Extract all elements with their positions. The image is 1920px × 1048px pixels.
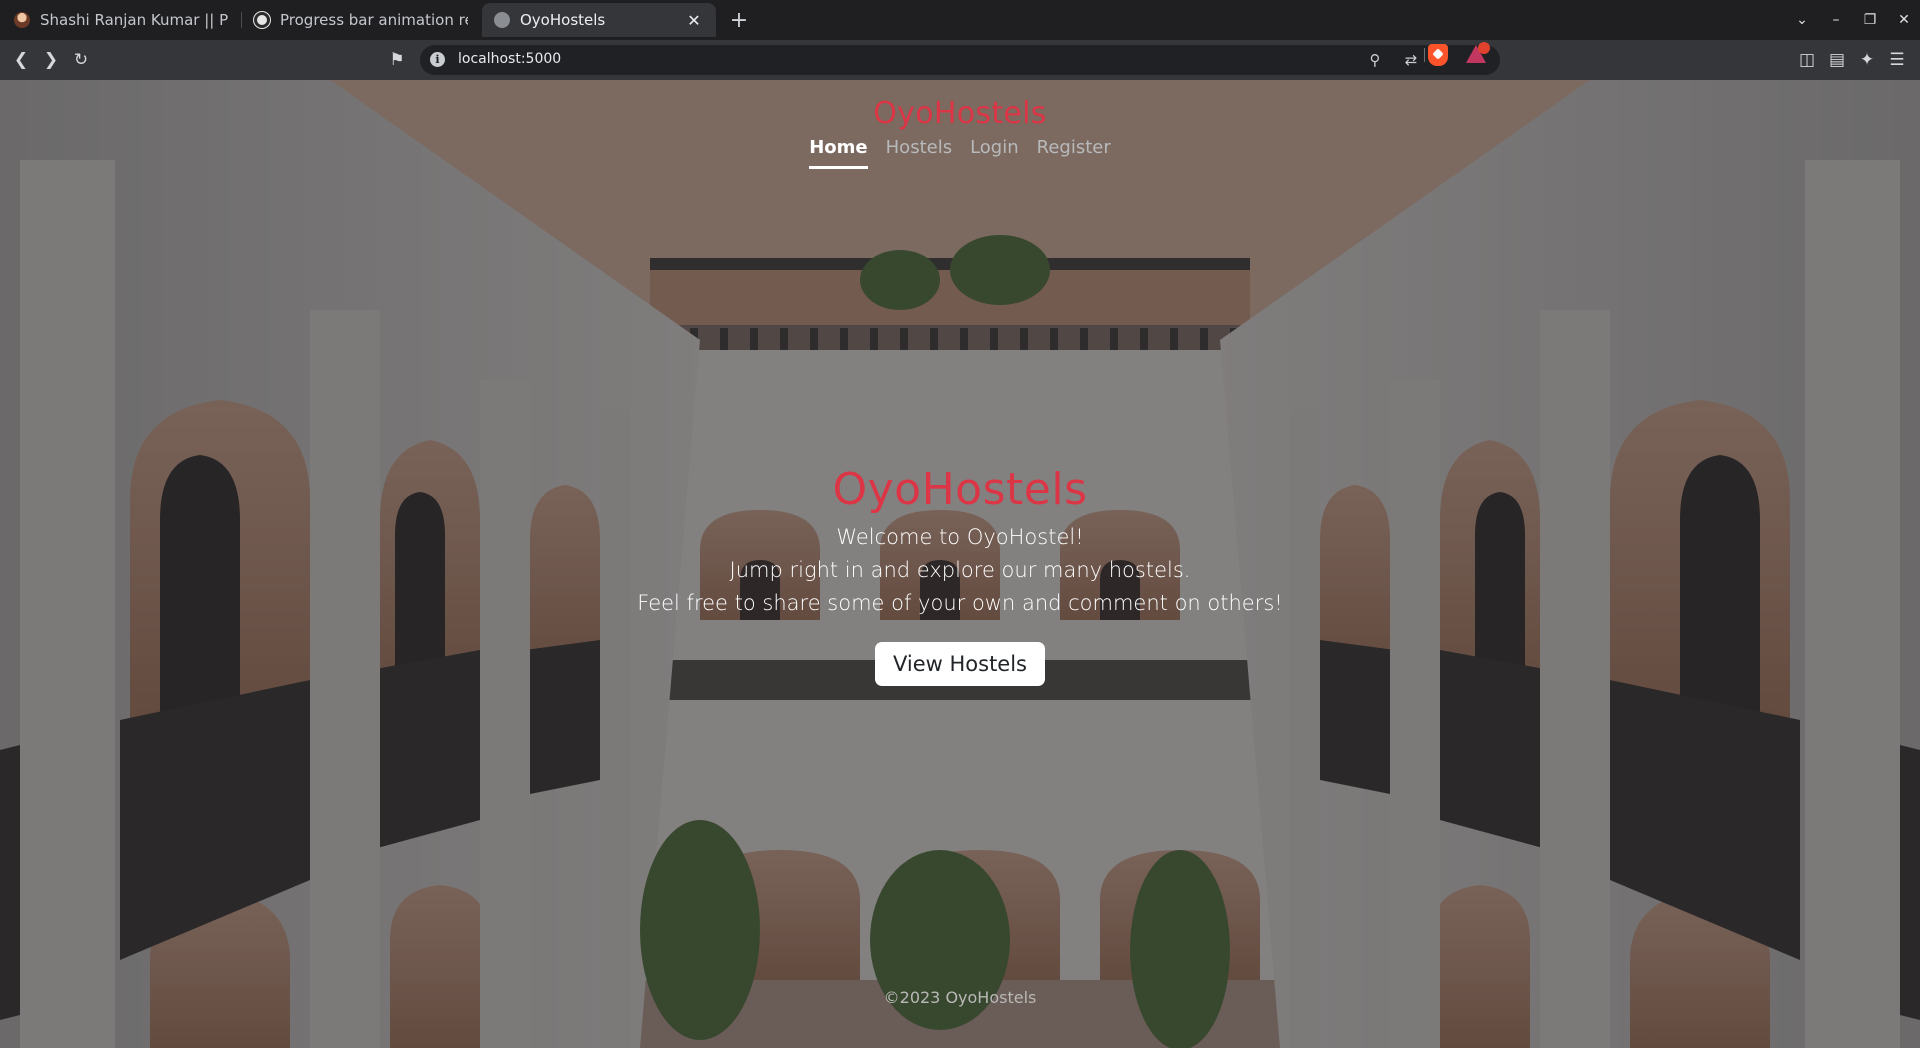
tab-search-chevron-icon[interactable]: ⌄ — [1790, 8, 1814, 32]
site-nav: Home Hostels Login Register — [0, 137, 1920, 169]
brave-shields-icon[interactable] — [1428, 44, 1448, 66]
close-window-icon[interactable]: ✕ — [1892, 8, 1916, 32]
forward-arrow-icon[interactable]: ❯ — [38, 47, 64, 73]
avatar-favicon-icon — [14, 12, 30, 28]
site-footer: ©2023 OyoHostels — [883, 988, 1037, 1007]
restore-icon[interactable]: ❐ — [1858, 8, 1882, 32]
site-header: OyoHostels Home Hostels Login Register — [0, 96, 1920, 169]
hero-text: Welcome to OyoHostel! Jump right in and … — [0, 521, 1920, 620]
leo-ai-icon[interactable]: ✦ — [1854, 47, 1880, 73]
hero-line-welcome: Welcome to OyoHostel! — [836, 525, 1084, 549]
zoom-icon[interactable]: ⚲ — [1364, 49, 1386, 71]
ring-favicon-icon — [254, 12, 270, 28]
bookmark-icon[interactable]: ⚑ — [384, 47, 410, 73]
hero-line-explore: Jump right in and explore our many hoste… — [729, 558, 1191, 582]
new-tab-plus-icon[interactable]: + — [726, 7, 752, 33]
hero-title: OyoHostels — [832, 464, 1088, 515]
address-bar[interactable]: i localhost:5000 ⚲ ⇄ — [420, 45, 1500, 75]
hero-section: OyoHostels Welcome to OyoHostel! Jump ri… — [0, 464, 1920, 686]
menu-icon[interactable]: ☰ — [1884, 47, 1910, 73]
tab-title: Progress bar animation revie — [280, 11, 468, 29]
tab-title: Shashi Ranjan Kumar || Perso — [40, 11, 228, 29]
tab-oyohostels[interactable]: OyoHostels ✕ — [482, 3, 716, 37]
sidebar-icon[interactable]: ◫ — [1794, 47, 1820, 73]
nav-home[interactable]: Home — [809, 137, 868, 169]
page-viewport: OyoHostels Home Hostels Login Register O… — [0, 80, 1920, 1048]
site-brand[interactable]: OyoHostels — [0, 96, 1920, 131]
address-url[interactable]: localhost:5000 — [458, 51, 561, 67]
nav-login[interactable]: Login — [970, 137, 1019, 169]
share-icon[interactable]: ⇄ — [1400, 49, 1422, 71]
nav-register[interactable]: Register — [1037, 137, 1111, 169]
tab-personal-site[interactable]: Shashi Ranjan Kumar || Perso — [2, 3, 240, 37]
browser-tab-bar: Shashi Ranjan Kumar || Perso Progress ba… — [0, 0, 1920, 40]
tab-progress-bar[interactable]: Progress bar animation revie — [242, 3, 480, 37]
back-arrow-icon[interactable]: ❮ — [8, 47, 34, 73]
close-tab-icon[interactable]: ✕ — [684, 10, 704, 30]
rewards-badge — [1478, 42, 1490, 54]
nav-hostels[interactable]: Hostels — [886, 137, 952, 169]
minimize-icon[interactable]: – — [1824, 8, 1848, 32]
omnibox-divider — [1424, 48, 1425, 62]
site-info-icon[interactable]: i — [430, 52, 445, 67]
globe-favicon-icon — [494, 12, 510, 28]
wallet-icon[interactable]: ▤ — [1824, 47, 1850, 73]
tab-title: OyoHostels — [520, 11, 606, 29]
hero-line-share: Feel free to share some of your own and … — [637, 591, 1283, 615]
reload-icon[interactable]: ↻ — [68, 47, 94, 73]
browser-toolbar: ❮ ❯ ↻ ⚑ i localhost:5000 ⚲ ⇄ ◫ ▤ ✦ ☰ — [0, 40, 1920, 80]
view-hostels-button[interactable]: View Hostels — [874, 642, 1046, 686]
